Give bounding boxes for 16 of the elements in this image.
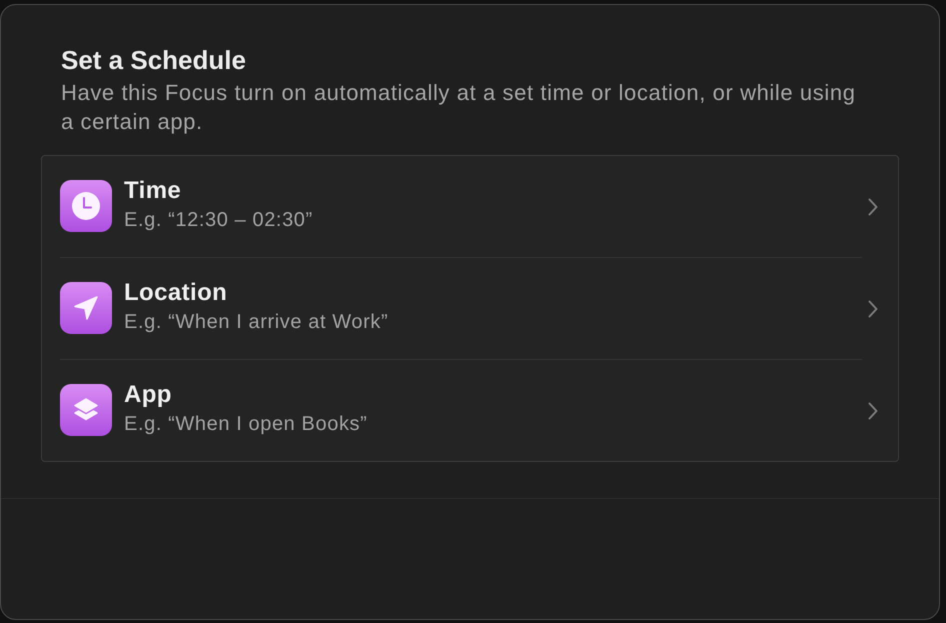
clock-icon: [60, 180, 112, 232]
chevron-right-icon: [868, 402, 878, 420]
schedule-option[interactable]: Time E.g. “12:30 – 02:30”: [42, 156, 898, 257]
option-title: App: [124, 381, 172, 409]
option-example: E.g. “12:30 – 02:30”: [124, 208, 313, 232]
schedule-option[interactable]: Location E.g. “When I arrive at Work”: [42, 258, 898, 359]
option-title: Location: [124, 279, 228, 307]
option-title: Time: [124, 177, 182, 205]
chevron-right-icon: [868, 300, 878, 318]
option-example: E.g. “When I open Books”: [124, 412, 368, 436]
layers-icon: [60, 384, 112, 436]
dialog-title: Set a Schedule: [61, 45, 246, 75]
schedule-option[interactable]: App E.g. “When I open Books”: [42, 360, 898, 461]
chevron-right-icon: [868, 198, 878, 216]
dialog-description: Have this Focus turn on automatically at a set time or location, or while using a certain app.: [61, 79, 857, 136]
option-example: E.g. “When I arrive at Work”: [124, 310, 388, 334]
